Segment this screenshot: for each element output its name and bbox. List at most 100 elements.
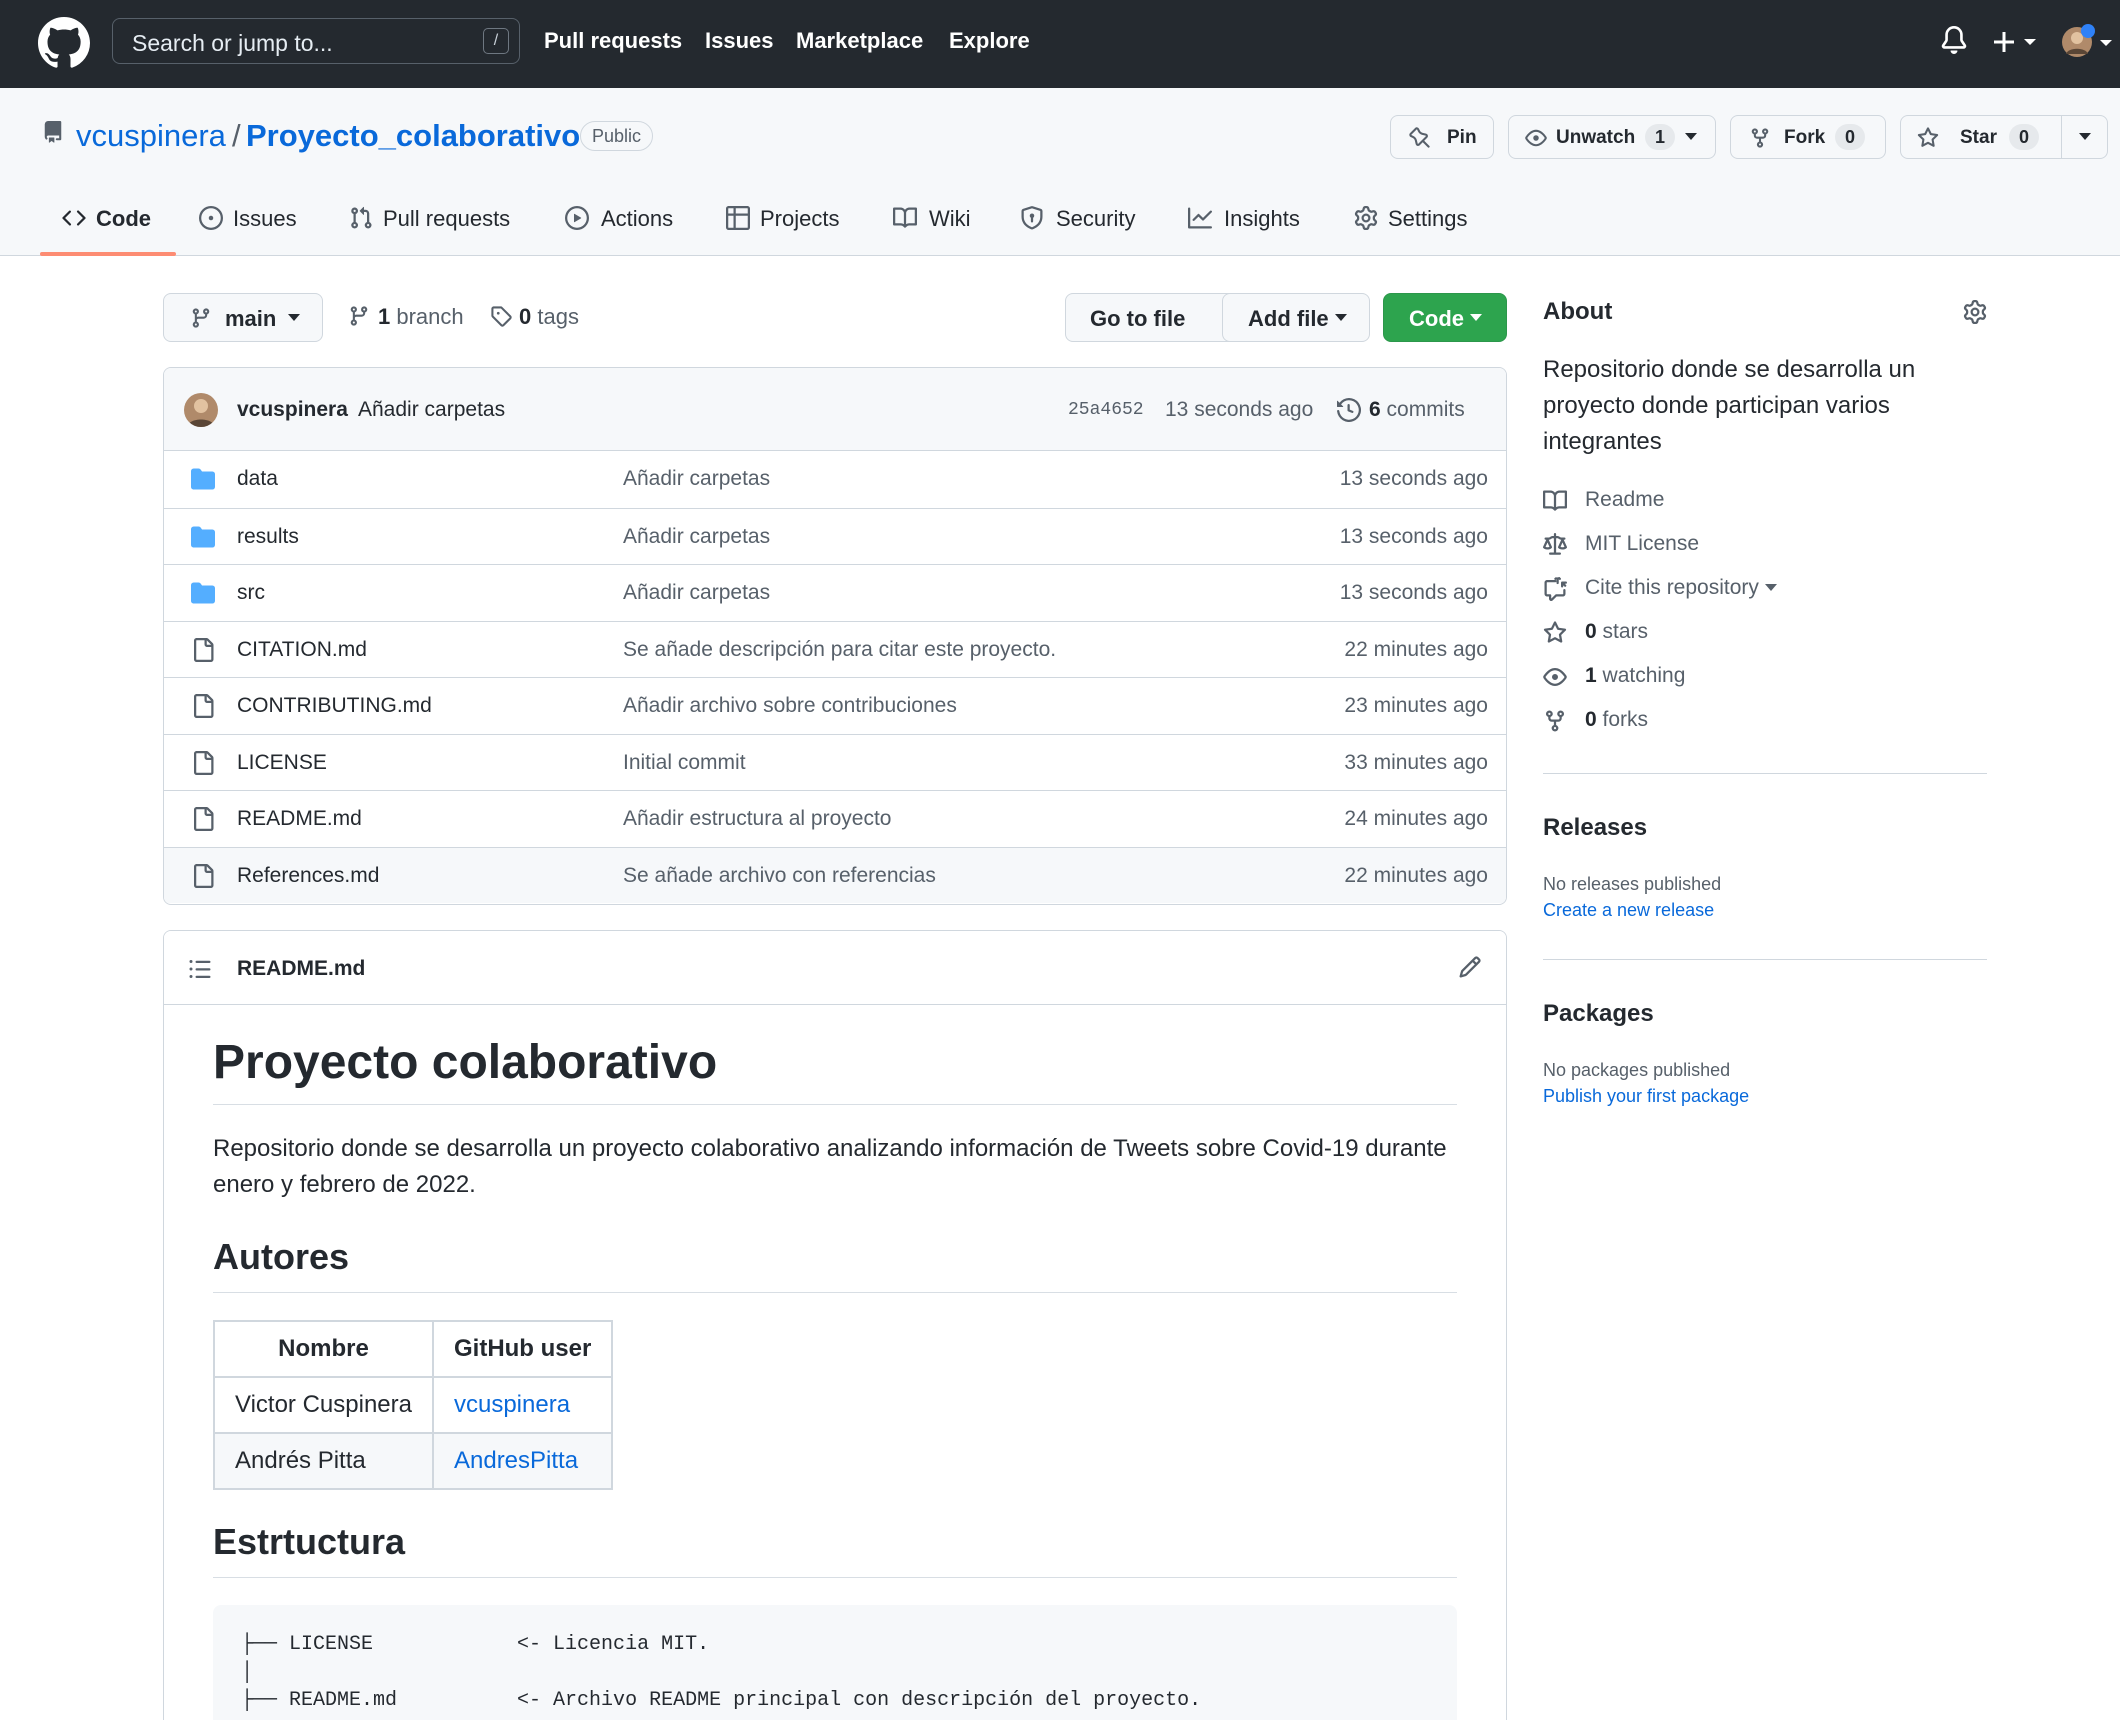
file-commit-message-link[interactable]: Añadir carpetas — [623, 581, 770, 605]
user-avatar-menu[interactable] — [2060, 24, 2120, 64]
file-list: vcuspinera Añadir carpetas 25a4652 13 se… — [163, 367, 1507, 905]
tab-label: Code — [96, 206, 151, 231]
tab-label: Security — [1056, 206, 1136, 231]
history-icon — [1337, 398, 1361, 422]
bell-icon[interactable] — [1940, 26, 1968, 56]
folder-icon — [191, 581, 215, 605]
code-download-button[interactable]: Code — [1383, 293, 1507, 342]
gear-icon — [1354, 206, 1378, 230]
file-commit-message-link[interactable]: Añadir estructura al proyecto — [623, 807, 891, 831]
commit-author[interactable]: vcuspinera — [237, 398, 348, 422]
unwatch-button[interactable]: Unwatch 1 — [1508, 115, 1716, 159]
file-row[interactable]: README.md Añadir estructura al proyecto 24… — [164, 790, 1506, 846]
tab-label: Actions — [601, 206, 674, 231]
eye-icon — [1543, 665, 1567, 689]
readme-header: README.md — [164, 931, 1506, 1005]
file-row[interactable]: CITATION.md Se añade descripción para cit… — [164, 620, 1506, 677]
file-name-link[interactable]: README.md — [237, 807, 362, 831]
chevron-down-icon — [1335, 314, 1347, 322]
star-icon — [1917, 127, 1939, 149]
file-commit-message-link[interactable]: Initial commit — [623, 751, 746, 775]
tab-label: Pull requests — [383, 206, 511, 231]
no-packages-text: No packages published — [1543, 1060, 1731, 1080]
create-new-plus-icon[interactable] — [1994, 27, 2042, 57]
file-name-link[interactable]: References.md — [237, 864, 379, 888]
search-input[interactable]: Search or jump to... / — [112, 18, 520, 64]
repo-owner-link[interactable]: vcuspinera — [76, 118, 226, 154]
nav-explore[interactable]: Explore — [949, 28, 1030, 54]
sidebar-divider — [1543, 773, 1987, 774]
stars-label-wrap: 0 stars — [1585, 620, 1648, 644]
file-row[interactable]: CONTRIBUTING.md Añadir archivo sobre cont… — [164, 677, 1506, 733]
folder-icon — [191, 525, 215, 549]
list-unordered-icon[interactable] — [188, 957, 212, 979]
commit-count: 6 — [1369, 398, 1381, 421]
branch-label: branch — [396, 304, 464, 329]
commit-sha[interactable]: 25a4652 — [1068, 400, 1144, 420]
button-divider — [2061, 116, 2062, 158]
fork-icon — [1543, 709, 1567, 733]
star-count: 0 — [2009, 124, 2040, 150]
author-github-link[interactable]: vcuspinera — [454, 1391, 570, 1418]
pin-button[interactable]: Pin — [1390, 115, 1494, 159]
file-icon — [191, 750, 215, 775]
graph-icon — [1188, 206, 1212, 230]
nav-pull-requests[interactable]: Pull requests — [544, 28, 682, 54]
file-commit-message-link[interactable]: Añadir archivo sobre contribuciones — [623, 694, 957, 718]
readme-title: Proyecto colaborativo — [213, 1035, 1457, 1105]
tab-label: Insights — [1224, 206, 1300, 231]
branches-link[interactable]: 1 branch — [378, 304, 464, 330]
file-commit-message-link[interactable]: Añadir carpetas — [623, 525, 770, 549]
readme-filename[interactable]: README.md — [237, 957, 365, 981]
branch-name: main — [225, 306, 277, 331]
add-file-button[interactable]: Add file — [1222, 293, 1370, 342]
file-name-link[interactable]: CITATION.md — [237, 638, 367, 662]
file-row[interactable]: results Añadir carpetas 13 seconds ago — [164, 507, 1506, 564]
gear-icon[interactable] — [1963, 300, 1987, 324]
file-name-link[interactable]: data — [237, 467, 278, 491]
author-avatar[interactable] — [184, 393, 218, 427]
sidebar-divider — [1543, 959, 1987, 960]
cite-label-wrap: Cite this repository — [1585, 576, 1777, 600]
file-commit-message-link[interactable]: Se añade descripción para citar este pro… — [623, 638, 1056, 662]
file-row[interactable]: data Añadir carpetas 13 seconds ago — [164, 451, 1506, 507]
file-name-link[interactable]: LICENSE — [237, 751, 327, 775]
code-icon — [62, 206, 86, 230]
publish-package-link[interactable]: Publish your first package — [1543, 1086, 1749, 1107]
tag-label: tags — [537, 304, 579, 329]
file-commit-message-link[interactable]: Añadir carpetas — [623, 467, 770, 491]
nav-issues[interactable]: Issues — [705, 28, 774, 54]
pencil-icon[interactable] — [1458, 955, 1482, 979]
branch-selector-button[interactable]: main — [163, 293, 323, 342]
packages-heading[interactable]: Packages — [1543, 1000, 1654, 1028]
author-github-link[interactable]: AndresPitta — [454, 1447, 578, 1474]
file-row[interactable]: src Añadir carpetas 13 seconds ago — [164, 564, 1506, 620]
issue-icon — [199, 206, 223, 230]
file-icon — [191, 807, 215, 831]
file-name-link[interactable]: CONTRIBUTING.md — [237, 694, 432, 718]
table-header: GitHub user — [431, 1320, 614, 1378]
fork-button[interactable]: Fork 0 — [1730, 115, 1886, 159]
git-branch-icon — [348, 305, 370, 329]
create-release-link[interactable]: Create a new release — [1543, 900, 1714, 921]
commits-link[interactable]: 6 commits — [1369, 398, 1465, 422]
author-github-cell: vcuspinera — [431, 1376, 614, 1434]
tab-label: Wiki — [929, 206, 971, 231]
file-row[interactable]: LICENSE Initial commit 33 minutes ago — [164, 733, 1506, 790]
file-row[interactable]: References.md Se añade archivo con refere… — [164, 846, 1506, 903]
github-logo-icon[interactable] — [38, 17, 90, 69]
star-list-chevron-icon[interactable] — [2079, 133, 2091, 141]
file-name-link[interactable]: src — [237, 581, 265, 605]
repo-name-link[interactable]: Proyecto_colaborativo — [246, 118, 580, 154]
star-button[interactable]: Star 0 — [1900, 115, 2108, 159]
author-github-cell: AndresPitta — [431, 1432, 614, 1490]
tags-link[interactable]: 0 tags — [519, 304, 579, 330]
file-commit-message-link[interactable]: Se añade archivo con referencias — [623, 864, 936, 888]
search-placeholder: Search or jump to... — [132, 30, 333, 56]
file-commit-time: 24 minutes ago — [1344, 807, 1488, 830]
nav-marketplace[interactable]: Marketplace — [796, 28, 923, 54]
releases-heading[interactable]: Releases — [1543, 814, 1647, 842]
commit-message[interactable]: Añadir carpetas — [358, 398, 505, 422]
file-commit-time: 22 minutes ago — [1344, 637, 1488, 661]
file-name-link[interactable]: results — [237, 525, 299, 549]
